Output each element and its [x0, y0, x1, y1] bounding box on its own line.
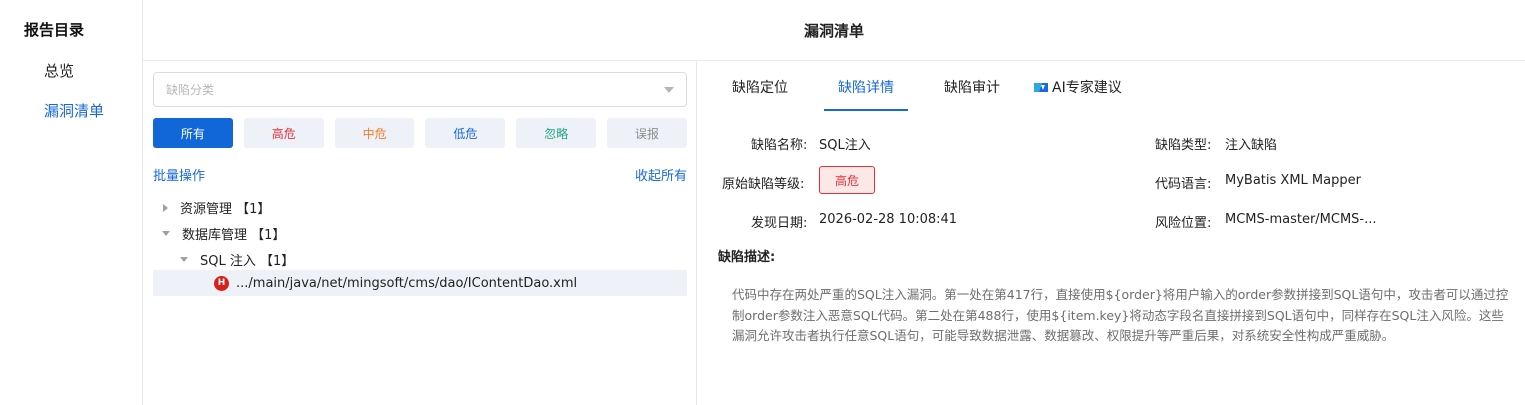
defect-name-label: 缺陷名称:	[751, 138, 808, 153]
caret-right-icon	[163, 203, 168, 212]
caret-down-icon	[162, 231, 170, 236]
defect-list-panel: 缺陷分类 所有 高危 中危 低危 忽略 误报 批量操作 收起所有 资源管理 【1…	[143, 61, 697, 405]
list-actions: 批量操作 收起所有	[153, 165, 687, 184]
tree-node-sql-injection[interactable]: SQL 注入 【1】	[180, 250, 294, 269]
file-path: .../main/java/net/mingsoft/cms/dao/ICont…	[236, 275, 578, 291]
found-date-label: 发现日期:	[751, 216, 808, 231]
tree-node-label: 数据库管理 【1】	[182, 228, 286, 243]
filter-low-button[interactable]: 低危	[425, 118, 506, 148]
defect-category-select[interactable]: 缺陷分类	[153, 72, 687, 107]
tab-ai-expert-advice[interactable]: AI专家建议	[1033, 61, 1122, 113]
code-language-value: MyBatis XML Mapper	[1225, 173, 1361, 188]
defect-type-label: 缺陷类型:	[1155, 138, 1212, 153]
detail-tabs: 缺陷定位 缺陷详情 缺陷审计 AI专家建议	[732, 61, 1122, 113]
tab-defect-audit[interactable]: 缺陷审计	[944, 61, 1000, 113]
tab-label: AI专家建议	[1052, 80, 1122, 96]
sidebar-item-overview[interactable]: 总览	[44, 60, 74, 81]
severity-badge: 高危	[819, 166, 875, 194]
defect-name-value: SQL注入	[819, 138, 871, 153]
defect-detail-panel: 缺陷定位 缺陷详情 缺陷审计 AI专家建议 缺陷名称: SQL注入 缺陷类型: …	[698, 61, 1525, 405]
batch-operation-link[interactable]: 批量操作	[153, 165, 205, 184]
high-severity-badge: H	[214, 275, 229, 291]
tab-defect-details[interactable]: 缺陷详情	[824, 61, 908, 113]
filter-ignore-button[interactable]: 忽略	[516, 118, 597, 148]
defect-type-value: 注入缺陷	[1225, 138, 1278, 153]
filter-all-button[interactable]: 所有	[153, 118, 233, 148]
page-header: 漏洞清单	[143, 0, 1525, 61]
tab-defect-location[interactable]: 缺陷定位	[732, 61, 788, 113]
filter-high-button[interactable]: 高危	[243, 118, 324, 148]
tree-node-label: SQL 注入 【1】	[200, 254, 295, 269]
code-language-label: 代码语言:	[1155, 177, 1212, 192]
defect-description-text: 代码中存在两处严重的SQL注入漏洞。第一处在第417行，直接使用${order}…	[732, 287, 1509, 343]
tree-node-label: 资源管理 【1】	[180, 202, 271, 217]
filter-false-positive-button[interactable]: 误报	[607, 118, 687, 148]
page-title: 漏洞清单	[803, 21, 864, 40]
collapse-all-link[interactable]: 收起所有	[635, 165, 687, 184]
found-date-value: 2026-02-28 10:08:41	[819, 212, 958, 227]
chevron-down-icon	[664, 86, 674, 93]
original-level-label: 原始缺陷等级:	[722, 177, 805, 192]
defect-description-title: 缺陷描述:	[718, 250, 776, 265]
defect-category-placeholder: 缺陷分类	[166, 83, 215, 97]
tree-node-database-management[interactable]: 数据库管理 【1】	[162, 224, 285, 243]
ai-icon	[1034, 82, 1048, 92]
caret-down-icon	[180, 257, 188, 262]
severity-filter-group: 所有 高危 中危 低危 忽略 误报	[153, 118, 687, 148]
sidebar-item-vulnerability-list[interactable]: 漏洞清单	[44, 100, 104, 121]
report-sidebar: 报告目录 总览 漏洞清单	[0, 0, 143, 405]
sidebar-title: 报告目录	[24, 21, 85, 39]
filter-medium-button[interactable]: 中危	[334, 118, 415, 148]
risk-location-value: MCMS-master/MCMS-...	[1225, 212, 1377, 227]
tree-leaf-file[interactable]: H .../main/java/net/mingsoft/cms/dao/ICo…	[153, 270, 687, 296]
risk-location-label: 风险位置:	[1155, 216, 1212, 231]
tree-node-resource-management[interactable]: 资源管理 【1】	[163, 198, 270, 217]
